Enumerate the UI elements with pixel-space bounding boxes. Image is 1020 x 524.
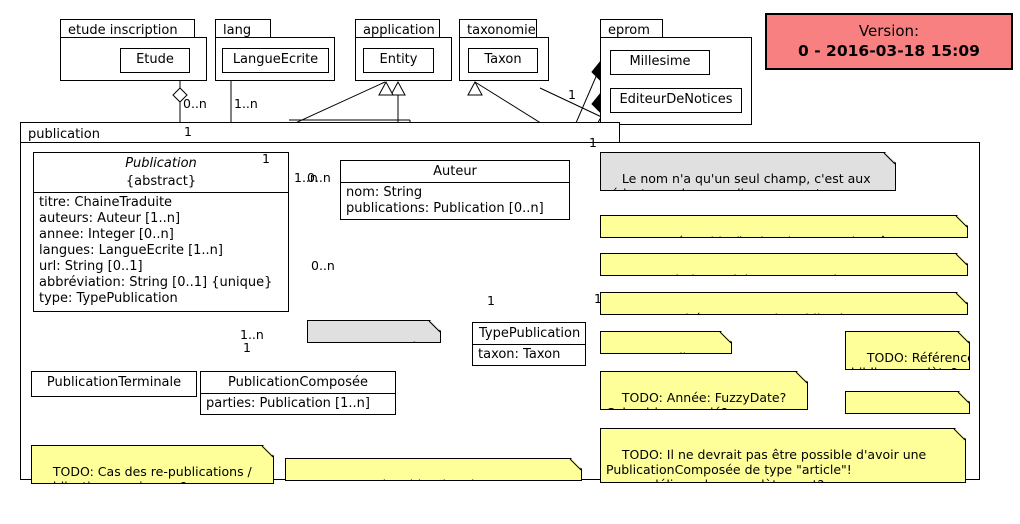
multiplicity-typepublication-1: 1 bbox=[487, 293, 495, 308]
package-tab-etude-inscription: etude inscription bbox=[60, 19, 195, 38]
class-langueecrite[interactable]: LangueEcrite bbox=[222, 48, 329, 73]
note-cahier-des-charges: TODO: Revoir cahier des charges/annexe! bbox=[285, 458, 582, 481]
class-name-etude: Etude bbox=[136, 52, 174, 67]
class-attributes-publication: titre: ChaineTraduite auteurs: Auteur [1… bbox=[34, 192, 288, 309]
class-publication[interactable]: Publication {abstract} titre: ChaineTrad… bbox=[33, 152, 289, 312]
multiplicity-publication-top-1: 1 bbox=[262, 151, 270, 166]
class-attributes-auteur: nom: String publications: Publication [0… bbox=[341, 182, 569, 219]
attr-langues: langues: LangueEcrite [1..n] bbox=[39, 243, 223, 258]
note-republications-text: TODO: Cas des re-publications / publicat… bbox=[37, 464, 252, 494]
class-publicationcomposee[interactable]: PublicationComposée parties: Publication… bbox=[200, 371, 396, 415]
class-name-millesime: Millesime bbox=[629, 54, 691, 69]
attr-type: type: TypePublication bbox=[39, 291, 178, 306]
class-name-entity: Entity bbox=[379, 52, 418, 67]
class-name-langueecrite: LangueEcrite bbox=[232, 52, 319, 67]
class-entity[interactable]: Entity bbox=[363, 48, 434, 73]
multiplicity-pubcomp-1: 1 bbox=[243, 340, 251, 355]
class-name-publicationcomposee: PublicationComposée bbox=[227, 375, 368, 390]
class-name-publication: Publication bbox=[125, 156, 197, 171]
class-attributes-typepublication: taxon: Taxon bbox=[473, 344, 585, 365]
class-editeurdenotices[interactable]: EditeurDeNotices bbox=[610, 88, 742, 113]
attr-publications: publications: Publication [0..n] bbox=[346, 201, 544, 216]
class-name-typepublication: TypePublication bbox=[479, 326, 581, 341]
note-annee-fuzzydate: TODO: Année: FuzzyDate? Calendrier assoc… bbox=[600, 371, 808, 410]
class-attributes-publicationcomposee: parties: Publication [1..n] bbox=[201, 393, 395, 414]
attr-titre: titre: ChaineTraduite bbox=[39, 195, 173, 210]
class-etude[interactable]: Etude bbox=[120, 48, 190, 73]
note-reference-biblio: TODO: Référence biblio. complète? bbox=[845, 331, 970, 370]
attr-parties: parties: Publication [1..n] bbox=[206, 396, 370, 411]
note-nom-champ: Le nom n'a qu'un seul champ, c'est aux r… bbox=[600, 152, 896, 191]
version-label: Version: bbox=[858, 22, 920, 40]
package-tab-publication: publication bbox=[20, 122, 620, 143]
note-desambiguisation: TODO: Désambiguïsation d'Auteurs de même… bbox=[600, 215, 968, 238]
note-article-composee: TODO: Il ne devrait pas être possible d'… bbox=[600, 428, 966, 483]
note-dp-composite: D.P. "Composite" bbox=[307, 320, 441, 343]
attr-nom: nom: String bbox=[346, 185, 423, 200]
class-name-publicationterminale: PublicationTerminale bbox=[46, 375, 182, 390]
class-stereotype-publication: {abstract} bbox=[125, 174, 197, 189]
package-tab-application: application bbox=[355, 19, 440, 38]
note-article-composee-text: TODO: Il ne devrait pas être possible d'… bbox=[606, 447, 927, 492]
note-editeur: TODO: Editeur? bbox=[600, 331, 732, 354]
class-millesime[interactable]: Millesime bbox=[610, 50, 710, 75]
generalization-arrow-entity-auteur bbox=[390, 80, 406, 96]
class-typepublication[interactable]: TypePublication taxon: Taxon bbox=[472, 322, 586, 366]
note-chainetraduite: TODO: ChaineTraduite pour nom d'Auteur? bbox=[600, 253, 968, 276]
version-value: 0 - 2016-03-18 15:09 bbox=[798, 42, 980, 60]
package-tab-taxonomie: taxonomie bbox=[459, 19, 537, 38]
multiplicity-publication-assoc-0n: 0..n bbox=[311, 258, 335, 273]
multiplicity-publication-left-1: 1 bbox=[184, 124, 192, 139]
class-publicationterminale[interactable]: PublicationTerminale bbox=[31, 371, 197, 397]
multiplicity-lang-1n: 1..n bbox=[234, 96, 258, 111]
class-taxon[interactable]: Taxon bbox=[468, 48, 538, 73]
attr-auteurs: auteurs: Auteur [1..n] bbox=[39, 211, 181, 226]
multiplicity-eprom-1a: 1 bbox=[568, 87, 576, 102]
note-arrite: TODO: Arrité pour type de publication: 0… bbox=[600, 292, 968, 315]
class-auteur[interactable]: Auteur nom: String publications: Publica… bbox=[340, 160, 570, 220]
attr-annee: annee: Integer [0..n] bbox=[39, 227, 174, 242]
class-name-editeurdenotices: EditeurDeNotices bbox=[619, 92, 733, 107]
attr-taxon: taxon: Taxon bbox=[478, 347, 561, 362]
version-banner: Version: 0 - 2016-03-18 15:09 bbox=[765, 13, 1013, 70]
multiplicity-etude-0n: 0..n bbox=[183, 96, 207, 111]
attr-abbreviation: abbréviation: String [0..1] {unique} bbox=[39, 275, 273, 290]
generalization-arrow-taxon bbox=[467, 80, 483, 96]
note-republications: TODO: Cas des re-publications / publicat… bbox=[31, 445, 274, 484]
multiplicity-eprom-1b: 1 bbox=[589, 135, 597, 150]
class-name-auteur: Auteur bbox=[433, 164, 477, 179]
note-frbr: TODO: FRBR!? bbox=[845, 391, 970, 414]
multiplicity-auteur-0n: 0..n bbox=[307, 170, 331, 185]
package-tab-lang: lang bbox=[215, 19, 271, 38]
package-tab-eprom: eprom bbox=[600, 19, 663, 38]
uml-class-diagram: etude inscription Etude lang LangueEcrit… bbox=[0, 0, 1020, 520]
note-cahier-des-charges-text: TODO: Revoir cahier des charges/annexe! bbox=[306, 477, 569, 492]
class-name-taxon: Taxon bbox=[484, 52, 522, 67]
attr-url: url: String [0..1] bbox=[39, 259, 143, 274]
generalization-arrow-entity-publication bbox=[378, 80, 394, 96]
